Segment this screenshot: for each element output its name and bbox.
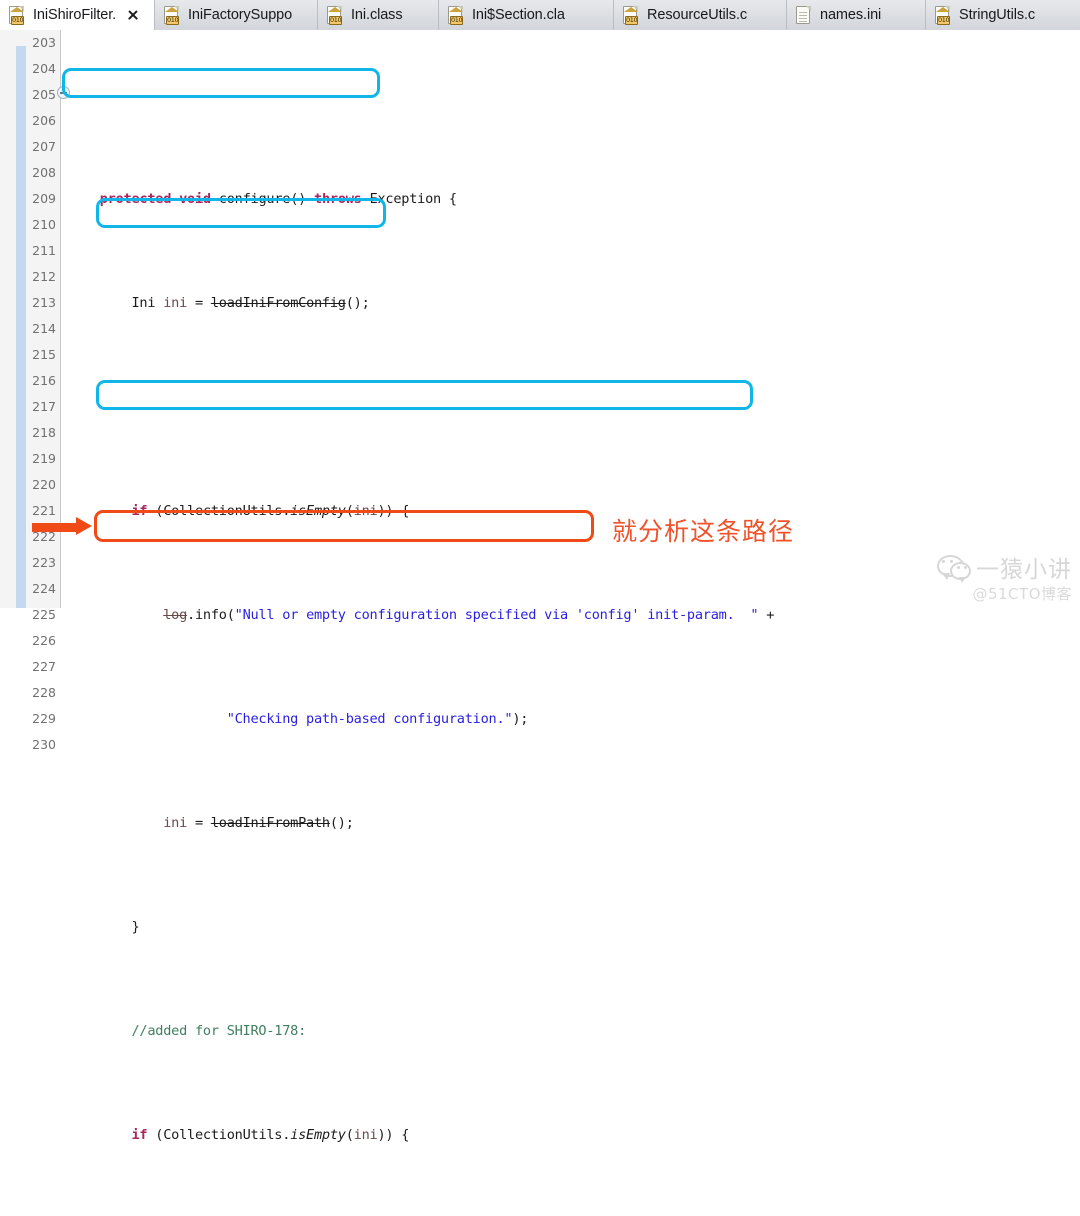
- line-number: 229: [32, 711, 56, 726]
- code-line-212: //added for SHIRO-178:: [131, 1023, 307, 1039]
- line-number: 220: [32, 477, 56, 492]
- line-number: 205: [32, 87, 56, 102]
- tab-label: Ini$Section.cla: [472, 7, 565, 23]
- line-number: 223: [32, 555, 56, 570]
- line-number: 206: [32, 113, 56, 128]
- code-fold-collapse-icon[interactable]: [57, 86, 70, 99]
- tab-inifactorysuppo[interactable]: 010 IniFactorySuppo: [155, 0, 318, 30]
- java-class-file-icon: 010: [623, 5, 640, 25]
- tab-names-ini[interactable]: names.ini: [787, 0, 926, 30]
- code-line-213: if (CollectionUtils.isEmpty(ini)) {: [131, 1127, 410, 1143]
- editor-tab-bar: 010 IniShiroFilter. 010 IniFactorySuppo …: [0, 0, 1080, 30]
- line-number: 214: [32, 321, 56, 336]
- line-number: 225: [32, 607, 56, 622]
- line-number: 210: [32, 217, 56, 232]
- code-content[interactable]: protected void configure() throws Except…: [68, 30, 1080, 1143]
- java-class-file-icon: 010: [327, 5, 344, 25]
- line-number: 224: [32, 581, 56, 596]
- line-number: 216: [32, 373, 56, 388]
- line-number: 217: [32, 399, 56, 414]
- code-line-209: "Checking path-based configuration.");: [226, 711, 529, 727]
- line-number: 211: [32, 243, 56, 258]
- plain-file-icon: [796, 5, 813, 25]
- watermark-name: 一猿小讲: [976, 557, 1072, 583]
- java-class-file-icon: 010: [9, 5, 26, 25]
- code-line-208: log.info("Null or empty configuration sp…: [163, 607, 775, 623]
- line-number: 208: [32, 165, 56, 180]
- line-number: 212: [32, 269, 56, 284]
- annotation-note: 就分析这条路径: [612, 517, 795, 546]
- line-number: 209: [32, 191, 56, 206]
- line-number: 230: [32, 737, 56, 752]
- line-number: 218: [32, 425, 56, 440]
- code-line-210: ini = loadIniFromPath();: [163, 815, 354, 831]
- code-line-204: protected void configure() throws Except…: [68, 191, 457, 207]
- annotation-arrow: [32, 517, 96, 535]
- tab-label: StringUtils.c: [959, 7, 1036, 23]
- java-class-file-icon: 010: [448, 5, 465, 25]
- tab-ini-section-cla[interactable]: 010 Ini$Section.cla: [439, 0, 614, 30]
- tab-label: Ini.class: [351, 7, 403, 23]
- java-class-file-icon: 010: [935, 5, 952, 25]
- line-number: 219: [32, 451, 56, 466]
- line-number: 203: [32, 35, 56, 50]
- java-class-file-icon: 010: [164, 5, 181, 25]
- ide-window: 010 IniShiroFilter. 010 IniFactorySuppo …: [0, 0, 1080, 1143]
- watermark: 一猿小讲 @51CTO博客: [937, 550, 1072, 604]
- code-line-207: if (CollectionUtils.isEmpty(ini)) {: [131, 503, 410, 519]
- code-editor[interactable]: 203 204 205 206 207 208 209 210 211 212 …: [0, 30, 1080, 1143]
- tab-label: IniFactorySuppo: [188, 7, 293, 23]
- line-number: 228: [32, 685, 56, 700]
- code-line-211: }: [68, 919, 140, 935]
- tab-label: names.ini: [820, 7, 882, 23]
- tab-resourceutils-c[interactable]: 010 ResourceUtils.c: [614, 0, 787, 30]
- watermark-handle: @51CTO博客: [972, 585, 1072, 603]
- line-number: 207: [32, 139, 56, 154]
- line-numbers: 203 204 205 206 207 208 209 210 211 212 …: [26, 30, 60, 758]
- tab-stringutils-c[interactable]: 010 StringUtils.c: [926, 0, 1080, 30]
- line-number: 226: [32, 633, 56, 648]
- close-icon[interactable]: [126, 8, 140, 22]
- tab-label: ResourceUtils.c: [647, 7, 748, 23]
- line-number: 227: [32, 659, 56, 674]
- line-number: 213: [32, 295, 56, 310]
- tab-ini-class[interactable]: 010 Ini.class: [318, 0, 439, 30]
- line-number: 204: [32, 61, 56, 76]
- tab-label: IniShiroFilter.: [33, 7, 117, 23]
- tab-inishirofilter[interactable]: 010 IniShiroFilter.: [0, 0, 155, 30]
- line-number: 215: [32, 347, 56, 362]
- code-line-205: Ini ini = loadIniFromConfig();: [131, 295, 370, 311]
- change-bar: [16, 46, 26, 608]
- wechat-icon: [937, 554, 971, 583]
